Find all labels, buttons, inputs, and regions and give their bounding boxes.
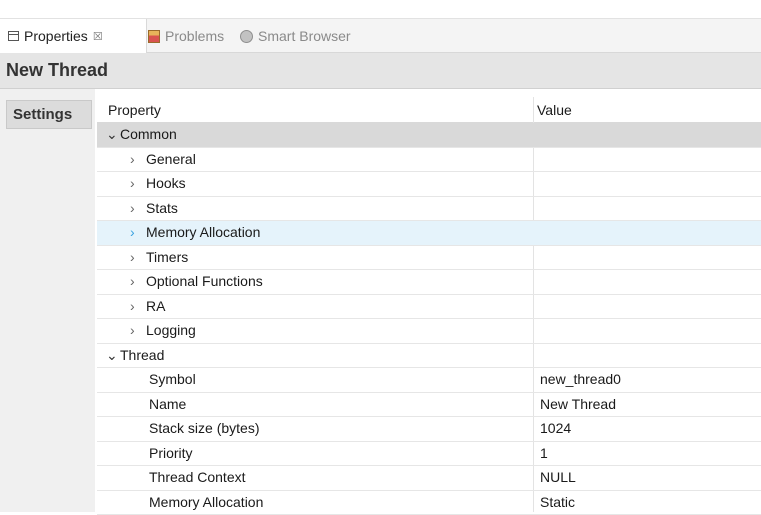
tab-problems[interactable]: Problems bbox=[148, 19, 224, 53]
view-tab-bar: Properties ☒ Problems Smart Browser bbox=[0, 18, 761, 53]
page-title-bar: New Thread bbox=[0, 53, 761, 89]
chevron-right-icon[interactable]: › bbox=[130, 322, 135, 338]
tree-row-memory-allocation[interactable]: › Memory Allocation bbox=[97, 221, 761, 246]
group-row-common[interactable]: ⌄ Common bbox=[97, 123, 761, 148]
close-icon[interactable]: ☒ bbox=[93, 30, 103, 43]
tree-row-stats[interactable]: › Stats bbox=[97, 197, 761, 222]
property-value[interactable]: 1 bbox=[540, 445, 548, 461]
chevron-right-icon[interactable]: › bbox=[130, 298, 135, 314]
chevron-right-icon[interactable]: › bbox=[130, 224, 135, 240]
property-row-symbol[interactable]: Symbol new_thread0 bbox=[97, 368, 761, 393]
property-value[interactable]: Static bbox=[540, 494, 575, 510]
row-label: Thread bbox=[120, 347, 164, 363]
property-value[interactable]: New Thread bbox=[540, 396, 616, 412]
tree-row-logging[interactable]: › Logging bbox=[97, 319, 761, 344]
grid-rows: ⌄ Common › General › Hooks › Stats › Mem… bbox=[97, 123, 761, 515]
chevron-down-icon[interactable]: ⌄ bbox=[106, 126, 118, 143]
properties-icon bbox=[8, 31, 19, 41]
row-label: Stats bbox=[146, 200, 178, 216]
property-value[interactable]: 1024 bbox=[540, 420, 571, 436]
property-row-stack-size[interactable]: Stack size (bytes) 1024 bbox=[97, 417, 761, 442]
row-label: Optional Functions bbox=[146, 273, 263, 289]
tree-row-optional-functions[interactable]: › Optional Functions bbox=[97, 270, 761, 295]
row-label: Timers bbox=[146, 249, 188, 265]
tab-properties-label: Properties bbox=[24, 28, 88, 44]
row-label: General bbox=[146, 151, 196, 167]
row-label: Memory Allocation bbox=[146, 224, 260, 240]
property-label: Name bbox=[149, 396, 186, 412]
tab-smart-browser[interactable]: Smart Browser bbox=[240, 19, 351, 53]
property-label: Priority bbox=[149, 445, 193, 461]
row-label: Common bbox=[120, 126, 177, 142]
chevron-down-icon[interactable]: ⌄ bbox=[106, 347, 118, 364]
tab-properties[interactable]: Properties ☒ bbox=[0, 19, 147, 53]
tree-row-hooks[interactable]: › Hooks bbox=[97, 172, 761, 197]
row-label: Hooks bbox=[146, 175, 186, 191]
property-row-memory-allocation[interactable]: Memory Allocation Static bbox=[97, 491, 761, 515]
tab-problems-label: Problems bbox=[165, 28, 224, 44]
row-label: Logging bbox=[146, 322, 196, 338]
property-grid: Property Value ⌄ Common › General › Hook… bbox=[97, 97, 761, 512]
tree-row-timers[interactable]: › Timers bbox=[97, 246, 761, 271]
smart-browser-icon bbox=[240, 30, 253, 43]
tab-smart-browser-label: Smart Browser bbox=[258, 28, 351, 44]
settings-tab-label: Settings bbox=[13, 106, 72, 123]
property-label: Memory Allocation bbox=[149, 494, 263, 510]
property-row-thread-context[interactable]: Thread Context NULL bbox=[97, 466, 761, 491]
property-row-name[interactable]: Name New Thread bbox=[97, 393, 761, 418]
settings-side-panel: Settings bbox=[0, 89, 95, 512]
problems-icon bbox=[148, 30, 160, 43]
property-value[interactable]: new_thread0 bbox=[540, 371, 621, 387]
header-value[interactable]: Value bbox=[537, 102, 572, 118]
top-strip bbox=[0, 0, 761, 18]
row-label: RA bbox=[146, 298, 165, 314]
chevron-right-icon[interactable]: › bbox=[130, 273, 135, 289]
chevron-right-icon[interactable]: › bbox=[130, 175, 135, 191]
chevron-right-icon[interactable]: › bbox=[130, 249, 135, 265]
chevron-right-icon[interactable]: › bbox=[130, 151, 135, 167]
property-row-priority[interactable]: Priority 1 bbox=[97, 442, 761, 467]
header-property[interactable]: Property bbox=[108, 102, 161, 118]
page-title: New Thread bbox=[6, 60, 108, 81]
property-label: Thread Context bbox=[149, 469, 246, 485]
tree-row-general[interactable]: › General bbox=[97, 148, 761, 173]
property-value[interactable]: NULL bbox=[540, 469, 576, 485]
tree-row-ra[interactable]: › RA bbox=[97, 295, 761, 320]
grid-header: Property Value bbox=[97, 97, 761, 123]
property-label: Stack size (bytes) bbox=[149, 420, 259, 436]
group-row-thread[interactable]: ⌄ Thread bbox=[97, 344, 761, 369]
property-label: Symbol bbox=[149, 371, 196, 387]
settings-tab[interactable]: Settings bbox=[6, 100, 92, 129]
chevron-right-icon[interactable]: › bbox=[130, 200, 135, 216]
